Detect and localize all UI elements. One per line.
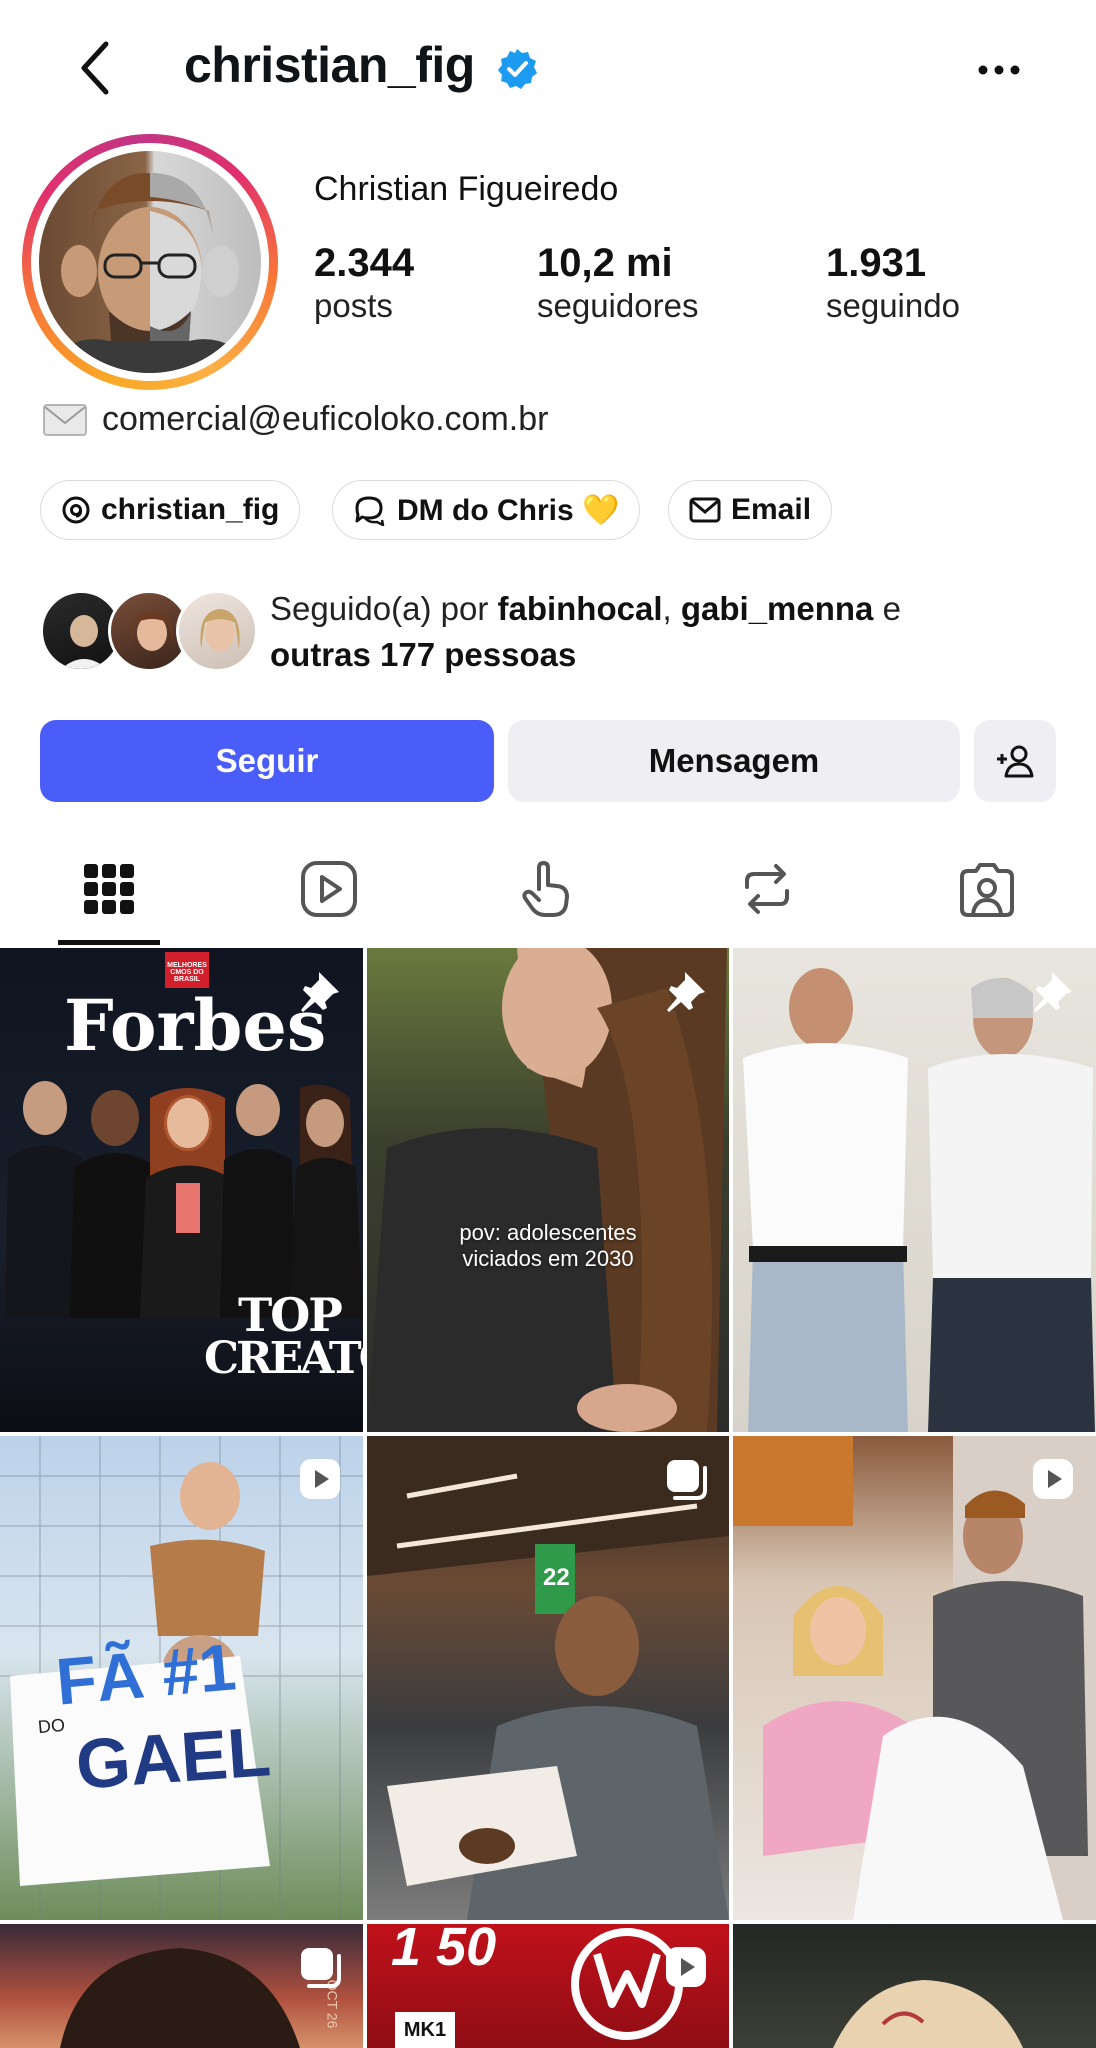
- followed-by-user: fabinhocal: [497, 590, 663, 627]
- posts-count-label: posts: [314, 287, 393, 324]
- post-caption: pov: adolescentes viciados em 2030: [459, 1220, 637, 1271]
- tab-tagged[interactable]: [952, 854, 1022, 924]
- followers-count-label: seguidores: [537, 287, 699, 324]
- posts-grid: MELHORES CMOS DO BRASIL Forbes TOP CREAT…: [0, 948, 1096, 2048]
- tab-posts-grid[interactable]: [74, 854, 144, 924]
- mail-icon: [689, 497, 721, 523]
- tab-reels[interactable]: [294, 854, 364, 924]
- post-logo-text: Forbes: [64, 984, 327, 1067]
- profile-header: christian_fig: [0, 0, 1096, 140]
- grid-post[interactable]: 1 50 MK1: [367, 1924, 729, 2048]
- threads-icon: [62, 496, 90, 524]
- reel-icon: [666, 1947, 706, 1987]
- envelope-icon: [43, 403, 87, 436]
- profile-tabs: [0, 840, 1096, 946]
- followed-by-others: outras 177 pessoas: [270, 636, 577, 673]
- bio-email-text: comercial@euficoloko.com.br: [102, 400, 549, 438]
- chat-icon: [355, 496, 385, 526]
- profile-avatar[interactable]: [22, 134, 278, 390]
- gate-number: 22: [543, 1564, 570, 1591]
- cover-people-icon: [5, 1081, 363, 1318]
- post-creators-text: CREATORS: [204, 1333, 363, 1384]
- pin-icon: [1034, 972, 1072, 1012]
- grid-post[interactable]: 22: [367, 1436, 729, 1920]
- tab-interactions[interactable]: [512, 854, 582, 924]
- verified-badge-icon: [498, 49, 537, 89]
- dm-chip-label: DM do Chris 💛: [397, 493, 620, 527]
- tab-reposts[interactable]: [732, 854, 802, 924]
- avatar-face-icon: [39, 172, 261, 373]
- back-arrow-icon[interactable]: [72, 38, 122, 98]
- dm-chip[interactable]: DM do Chris 💛: [332, 480, 641, 540]
- carousel-icon: [667, 1460, 707, 1500]
- post-two-men-icon: [743, 968, 1095, 1432]
- grid-post[interactable]: [733, 1436, 1096, 1920]
- profile-full-name: Christian Figueiredo: [314, 170, 619, 208]
- pin-icon: [667, 972, 705, 1012]
- followers-count[interactable]: 10,2 mi seguidores: [537, 240, 698, 326]
- post-person-icon: [367, 948, 727, 1432]
- grid-icon: [84, 864, 134, 914]
- follow-button[interactable]: Seguir: [40, 720, 494, 802]
- reels-icon: [301, 861, 357, 917]
- post-airport-icon: [367, 1436, 729, 1920]
- sign-text-line2: DO: [37, 1714, 66, 1738]
- following-count[interactable]: 1.931 seguindo: [826, 240, 960, 326]
- reel-icon: [1033, 1459, 1073, 1499]
- post-cap-icon: [833, 1980, 1023, 2048]
- grid-post[interactable]: OCT 26: [0, 1924, 363, 2048]
- followed-by-user: gabi_menna: [680, 590, 874, 627]
- post-plate-text: MK1: [395, 2012, 455, 2048]
- reel-icon: [300, 1459, 340, 1499]
- active-tab-indicator: [58, 940, 160, 945]
- suggested-users-button[interactable]: [974, 720, 1056, 802]
- pin-icon: [301, 972, 339, 1012]
- carousel-icon: [301, 1948, 341, 1988]
- grid-post[interactable]: [733, 1924, 1096, 2048]
- email-chip[interactable]: Email: [668, 480, 833, 540]
- posts-count[interactable]: 2.344 posts: [314, 240, 414, 326]
- add-person-icon: [997, 745, 1034, 778]
- reposts-icon: [745, 864, 789, 914]
- posts-count-number: 2.344: [314, 241, 415, 285]
- tagged-hand-icon: [522, 861, 569, 917]
- profile-handle: christian_fig: [184, 37, 475, 93]
- tagged-user-icon: [960, 863, 1014, 917]
- sign-text-line1: FÃ #1: [53, 1629, 239, 1719]
- post-number-text: 1 50: [391, 1924, 497, 1977]
- more-options-icon[interactable]: [976, 50, 1022, 90]
- post-couple-icon: [733, 1436, 1096, 1920]
- threads-link-label: christian_fig: [101, 493, 280, 526]
- followers-count-number: 10,2 mi: [537, 241, 673, 285]
- grid-post[interactable]: pov: adolescentes viciados em 2030: [367, 948, 729, 1432]
- threads-link-chip[interactable]: christian_fig: [40, 480, 301, 540]
- grid-post[interactable]: FÃ #1 DO GAEL: [0, 1436, 363, 1920]
- followed-by-row[interactable]: Seguido(a) por fabinhocal, gabi_menna e …: [40, 586, 1080, 676]
- sign-text-line3: GAEL: [73, 1712, 273, 1804]
- grid-post[interactable]: MELHORES CMOS DO BRASIL Forbes TOP CREAT…: [0, 948, 363, 1432]
- following-count-label: seguindo: [826, 287, 960, 324]
- followed-by-text: Seguido(a) por fabinhocal, gabi_menna e …: [270, 590, 901, 673]
- grid-post[interactable]: [733, 948, 1096, 1432]
- follower-avatar: [176, 590, 258, 672]
- post-tag: MELHORES CMOS DO BRASIL: [165, 952, 209, 988]
- following-count-number: 1.931: [826, 241, 927, 285]
- message-button[interactable]: Mensagem: [508, 720, 960, 802]
- email-chip-label: Email: [731, 493, 812, 526]
- bio-email[interactable]: comercial@euficoloko.com.br: [42, 400, 548, 439]
